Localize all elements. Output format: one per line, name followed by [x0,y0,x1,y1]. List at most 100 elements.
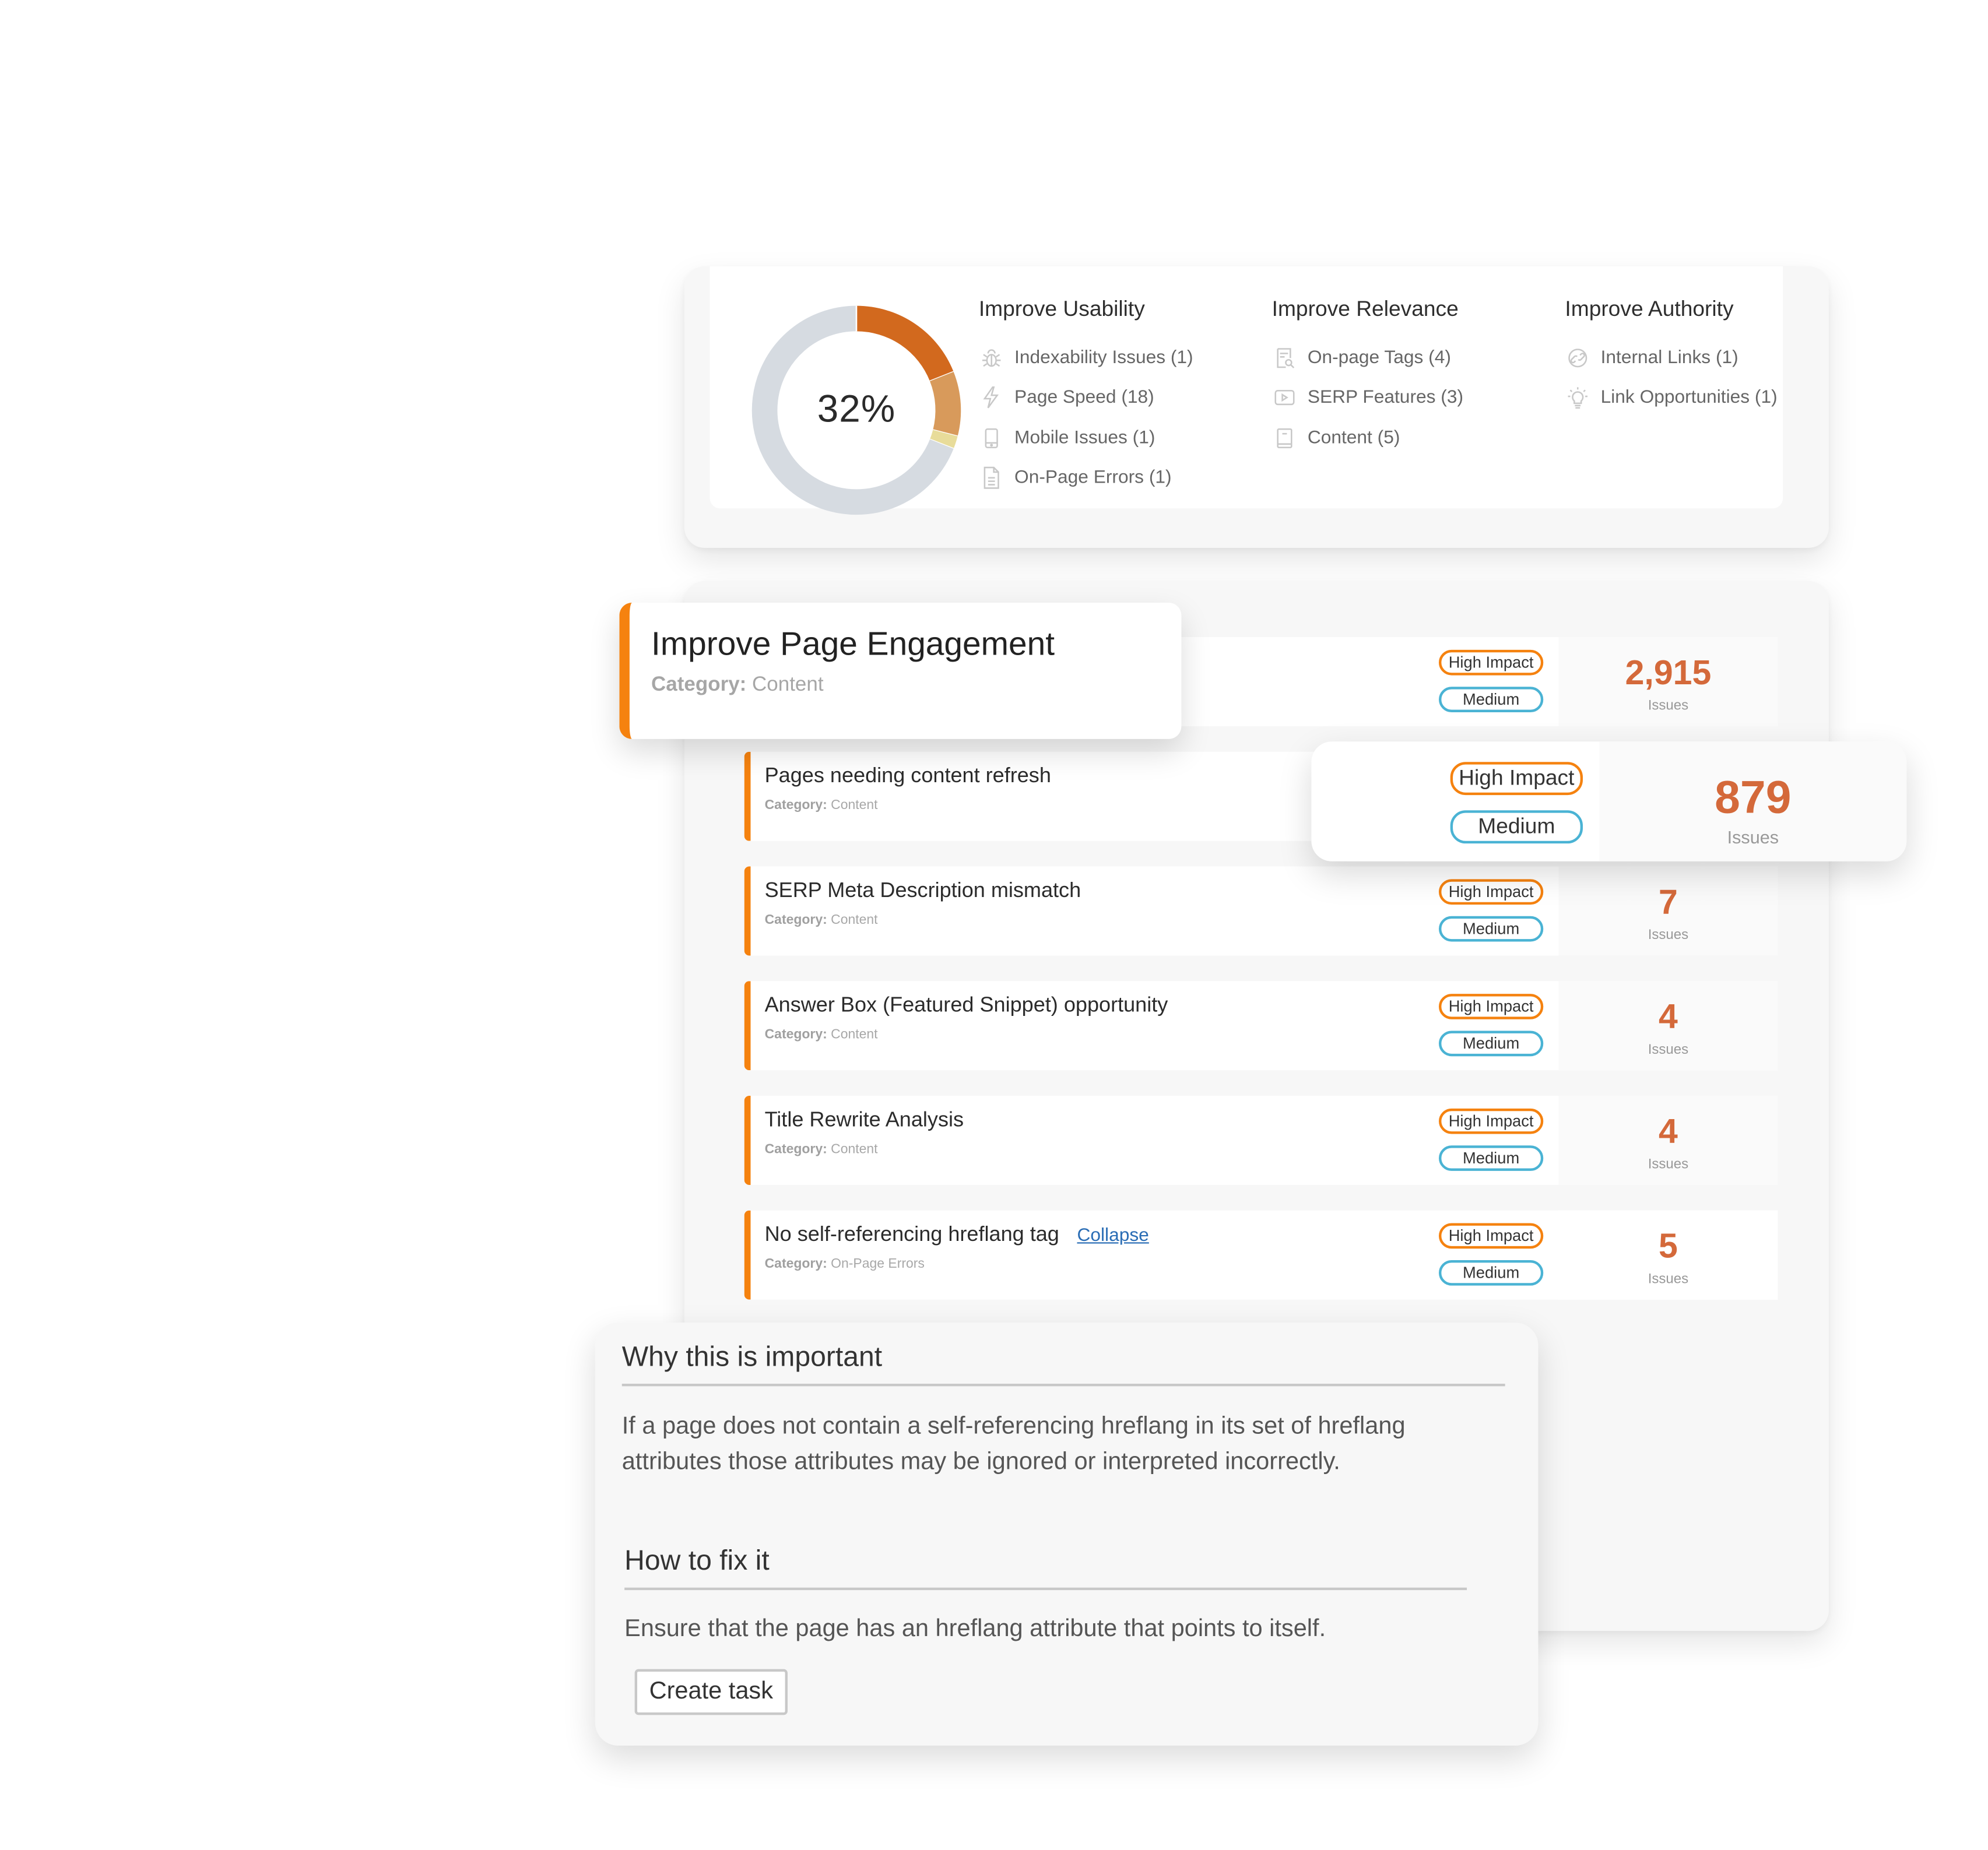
level-badge: Medium [1438,1145,1544,1171]
usability-heading: Improve Usability [978,297,1145,321]
why-important-heading: Why this is important [621,1340,883,1373]
impact-badge: High Impact [1438,879,1544,905]
row-title: Pages needing content refresh [764,764,1051,787]
create-task-button[interactable]: Create task [634,1669,788,1715]
row-category: Category: Content [765,1142,878,1157]
lightbulb-icon [1565,385,1590,411]
engagement-category-value: Content [752,674,824,696]
usability-item-mobile[interactable]: Mobile Issues (1) [979,418,1193,458]
issue-detail-card: Why this is important If a page does not… [595,1323,1539,1746]
engagement-highlight-card[interactable]: Improve Page Engagement Category: Conten… [619,602,1182,739]
usability-column: Improve Usability Indexability Issues (1… [979,294,1193,498]
level-badge: Medium [1438,1030,1544,1057]
recommendation-row[interactable]: Answer Box (Featured Snippet) opportunit… [744,981,1778,1071]
authority-column: Improve Authority Internal Links (1) Lin… [1565,294,1778,418]
row-category-label: Category: [764,1256,827,1272]
issue-count-panel: 4 Issues [1558,981,1778,1071]
impact-badge: High Impact [1438,994,1544,1019]
usability-item-label: Mobile Issues (1) [1014,427,1155,448]
authority-item-internal-links[interactable]: Internal Links (1) [1565,337,1777,378]
row-category: Category: On-Page Errors [765,1256,925,1271]
issue-count-label: Issues [1648,698,1689,714]
usability-item-label: On-Page Errors (1) [1014,467,1172,488]
row-category: Category: Content [765,912,878,927]
issue-count-panel: 7 Issues [1558,866,1778,956]
mobile-icon [979,425,1004,451]
page-icon [1272,425,1298,451]
issue-count-highlight-card[interactable]: High Impact Medium 879 Issues [1311,741,1907,861]
row-title: SERP Meta Description mismatch [764,879,1081,902]
lightning-icon [979,385,1004,411]
row-title: No self-referencing hreflang tag Collapse [765,1223,1149,1248]
engagement-title: Improve Page Engagement [651,624,1055,663]
how-to-fix-heading: How to fix it [624,1544,770,1577]
usability-item-indexability[interactable]: Indexability Issues (1) [979,337,1193,378]
row-category: Category: Content [765,797,878,813]
usability-item-label: Page Speed (18) [1014,388,1154,409]
authority-item-label: Link Opportunities (1) [1600,388,1778,409]
row-category-label: Category: [764,1026,827,1043]
summary-panel: 32% Improve Usability Indexability Issue… [710,266,1783,515]
issue-count: 7 [1659,882,1678,922]
engagement-category: Category: Content [651,674,824,697]
relevance-item-on-page-tags[interactable]: On-page Tags (4) [1272,337,1463,378]
row-category-value: Content [831,1141,878,1157]
engagement-category-label: Category: [651,674,747,696]
row-category: Category: Content [765,1027,878,1042]
row-title: Title Rewrite Analysis [764,1108,964,1132]
row-category-value: Content [831,797,878,813]
level-badge: Medium [1438,687,1544,712]
row-title: Answer Box (Featured Snippet) opportunit… [764,994,1168,1017]
score-percentage: 32% [817,388,896,431]
relevance-item-label: On-page Tags (4) [1307,347,1451,368]
issue-count-panel: 2,915 Issues [1558,637,1778,727]
relevance-item-content[interactable]: Content (5) [1272,418,1463,458]
play-box-icon [1272,385,1298,411]
usability-item-on-page-errors[interactable]: On-Page Errors (1) [979,458,1193,498]
bug-icon [979,345,1004,371]
row-category-label: Category: [764,797,827,813]
issue-count-panel: 4 Issues [1558,1095,1778,1185]
how-to-fix-text: Ensure that the page has an hreflang att… [624,1615,1326,1643]
issue-count: 5 [1659,1227,1678,1265]
impact-badge: High Impact [1438,649,1544,676]
issue-count-panel: 879 Issues [1599,741,1907,861]
issue-count: 2,915 [1625,653,1712,692]
authority-heading: Improve Authority [1565,297,1734,321]
impact-badge: High Impact [1450,762,1583,796]
issue-count-label: Issues [1648,1042,1689,1058]
issue-count-panel: 5 Issues [1558,1210,1778,1300]
relevance-column: Improve Relevance On-page Tags (4) SERP … [1272,294,1463,458]
row-category-value: Content [831,912,878,928]
relevance-heading: Improve Relevance [1272,297,1459,321]
authority-item-link-opportunities[interactable]: Link Opportunities (1) [1565,378,1778,418]
level-badge: Medium [1438,916,1544,942]
issue-count-label: Issues [1648,1156,1689,1173]
relevance-item-label: SERP Features (3) [1307,388,1464,409]
summary-card: 32% Improve Usability Indexability Issue… [684,266,1829,548]
relevance-item-label: Content (5) [1307,427,1400,448]
issue-count: 4 [1659,997,1678,1036]
issue-count-label: Issues [1727,826,1779,847]
seo-dashboard: 32% Improve Usability Indexability Issue… [0,0,1988,1850]
recommendation-row[interactable]: Title Rewrite Analysis Category: Content… [744,1095,1778,1185]
document-icon [979,465,1004,491]
why-important-text: If a page does not contain a self-refere… [621,1413,1406,1476]
tag-search-icon [1272,345,1298,371]
usability-item-page-speed[interactable]: Page Speed (18) [979,378,1193,418]
link-icon [1565,345,1590,371]
recommendation-row[interactable]: SERP Meta Description mismatch Category:… [744,866,1778,956]
divider [624,1587,1467,1591]
collapse-link[interactable]: Collapse [1077,1226,1148,1246]
recommendation-row-expanded[interactable]: No self-referencing hreflang tag Collapse… [744,1210,1778,1300]
issue-count: 4 [1659,1112,1678,1151]
relevance-item-serp-features[interactable]: SERP Features (3) [1272,378,1463,418]
row-category-label: Category: [764,1141,827,1157]
impact-badge: High Impact [1438,1108,1544,1134]
usability-item-label: Indexability Issues (1) [1014,347,1193,368]
row-category-value: On-Page Errors [831,1256,925,1272]
level-badge: Medium [1450,810,1583,844]
issue-count-label: Issues [1648,927,1689,943]
divider [621,1383,1505,1387]
impact-badge: High Impact [1438,1223,1544,1249]
